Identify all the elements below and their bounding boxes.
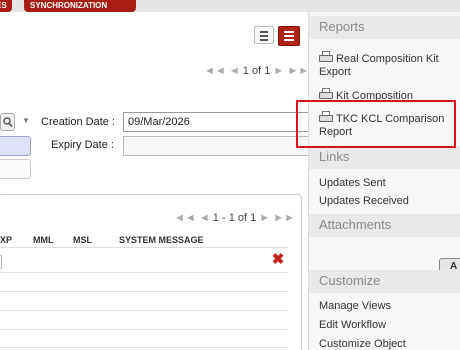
delete-icon[interactable]: ✖ <box>270 252 286 268</box>
grid-pager: ◄◄ ◄ 1 - 1 of 1 ► ►► <box>174 212 295 224</box>
table-row <box>0 291 288 292</box>
detail-view-icon <box>284 31 294 33</box>
expiry-date-field[interactable] <box>123 136 313 156</box>
row-input[interactable] <box>0 255 2 269</box>
previous-page-icon[interactable]: ◄ <box>199 212 210 224</box>
printer-icon <box>319 88 333 100</box>
column-header-xp[interactable]: XP <box>0 235 12 245</box>
filter-field[interactable] <box>0 159 31 179</box>
report-label: Real Composition Kit Export <box>319 53 439 78</box>
reports-section-title: Reports <box>309 16 460 39</box>
printer-icon <box>319 51 333 63</box>
column-header-msl[interactable]: MSL <box>73 235 92 245</box>
previous-page-icon[interactable]: ◄ <box>229 65 240 77</box>
creation-date-label: Creation Date : <box>41 116 115 128</box>
links-section-title: Links <box>309 146 460 169</box>
sidebar: Reports Real Composition Kit Export Kit … <box>308 12 460 350</box>
list-view-icon <box>260 31 268 33</box>
table-row <box>0 347 288 348</box>
customize-section-title: Customize <box>309 270 460 293</box>
link-updates-received[interactable]: Updates Received <box>319 194 460 208</box>
highlight-box <box>296 100 456 148</box>
first-page-icon[interactable]: ◄◄ <box>174 212 196 224</box>
last-page-icon[interactable]: ►► <box>273 212 295 224</box>
chevron-down-icon[interactable]: ▼ <box>20 113 32 129</box>
tab-synchronization[interactable]: SYNCHRONIZATION <box>24 0 136 12</box>
table-row <box>0 329 288 330</box>
list-view-button[interactable] <box>254 26 274 44</box>
expiry-date-label: Expiry Date : <box>51 139 114 151</box>
column-header-system-message[interactable]: SYSTEM MESSAGE <box>119 235 204 245</box>
tab-previous[interactable]: ES <box>0 0 12 12</box>
search-button[interactable] <box>0 113 15 131</box>
first-page-icon[interactable]: ◄◄ <box>204 65 226 77</box>
attachments-section-title: Attachments <box>309 214 460 237</box>
search-icon <box>3 117 13 128</box>
last-page-icon[interactable]: ►► <box>287 65 309 77</box>
table-row <box>0 310 288 311</box>
link-edit-workflow[interactable]: Edit Workflow <box>319 318 460 332</box>
link-updates-sent[interactable]: Updates Sent <box>319 176 460 190</box>
table-row <box>0 272 288 273</box>
column-header-mml[interactable]: MML <box>33 235 54 245</box>
link-manage-views[interactable]: Manage Views <box>319 299 460 313</box>
filter-field-highlighted[interactable] <box>0 136 31 156</box>
next-page-icon[interactable]: ► <box>273 65 284 77</box>
top-pager: ◄◄ ◄ 1 of 1 ► ►► <box>204 65 309 77</box>
creation-date-field[interactable]: 09/Mar/2026 <box>123 112 313 132</box>
top-navigation-bar: ES SYNCHRONIZATION <box>0 0 460 12</box>
page-indicator: 1 of 1 <box>242 65 271 77</box>
grid-range-indicator: 1 - 1 of 1 <box>212 212 257 224</box>
next-page-icon[interactable]: ► <box>259 212 270 224</box>
report-real-composition-kit-export[interactable]: Real Composition Kit Export <box>319 51 460 79</box>
link-customize-object[interactable]: Customize Object <box>319 337 460 350</box>
detail-view-button[interactable] <box>278 26 300 46</box>
